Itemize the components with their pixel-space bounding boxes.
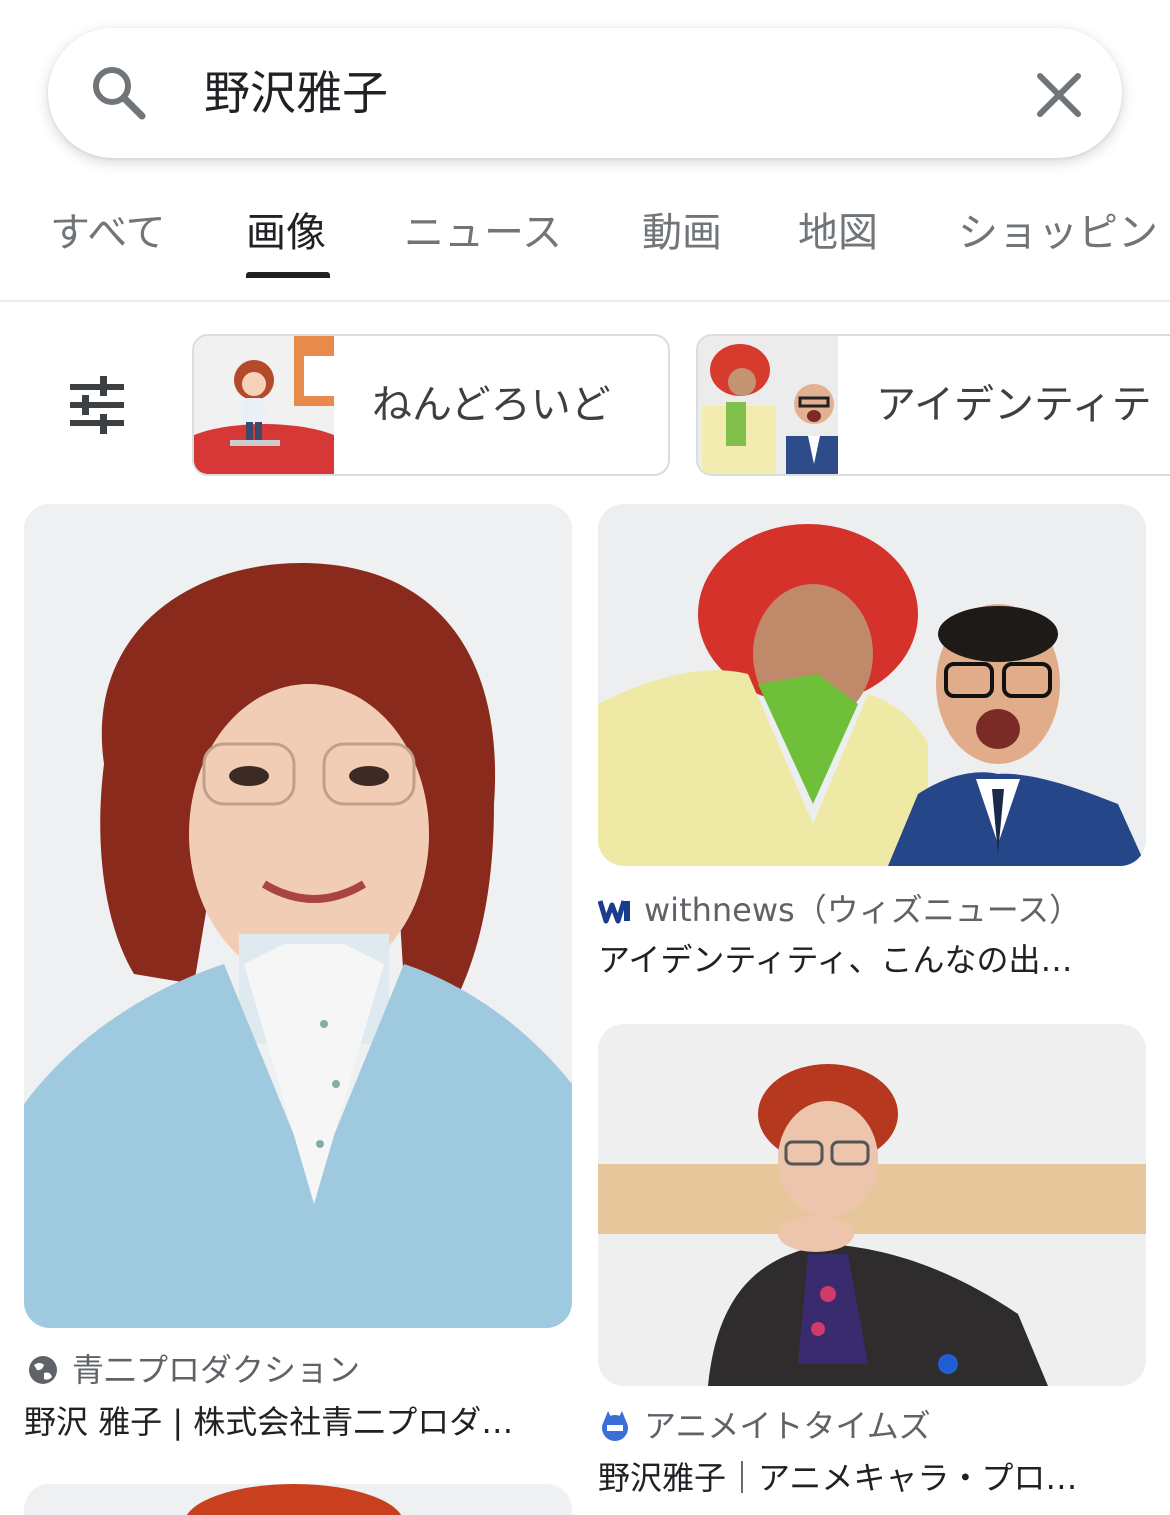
tab-news[interactable]: ニュース xyxy=(404,208,562,258)
tab-videos[interactable]: 動画 xyxy=(642,208,722,258)
result-image-4[interactable] xyxy=(24,1484,572,1515)
chip-thumbnail xyxy=(194,336,334,474)
result-source-label: アニメイトタイムズ xyxy=(644,1407,931,1445)
result-image-3[interactable] xyxy=(598,1024,1146,1386)
result-image-2[interactable] xyxy=(598,504,1146,866)
globe-icon xyxy=(29,1356,57,1384)
result-source: withnews（ウィズニュース） xyxy=(598,890,1081,930)
tab-shopping[interactable]: ショッピン xyxy=(958,208,1158,258)
result-title[interactable]: 野沢雅子｜アニメキャラ・プロ… xyxy=(598,1458,1077,1498)
result-source-label: withnews（ウィズニュース） xyxy=(644,891,1082,929)
result-photo xyxy=(24,504,572,1328)
result-photo xyxy=(598,504,1146,866)
tab-maps[interactable]: 地図 xyxy=(798,208,878,258)
chip-identity[interactable]: アイデンティテ xyxy=(696,334,1170,476)
animate-times-logo xyxy=(602,1411,628,1441)
result-photo xyxy=(24,1484,572,1515)
result-source: 青二プロダクション xyxy=(26,1350,360,1390)
result-image-1[interactable] xyxy=(24,504,572,1328)
search-input[interactable]: 野沢雅子 xyxy=(204,62,388,124)
result-title[interactable]: 野沢 雅子 | 株式会社青二プロダ… xyxy=(24,1402,513,1442)
chip-thumbnail xyxy=(698,336,838,474)
chip-label: ねんどろいど xyxy=(372,382,611,428)
withnews-logo xyxy=(598,900,630,924)
chip-label: アイデンティテ xyxy=(876,382,1152,428)
result-photo xyxy=(598,1024,1146,1386)
result-source-label: 青二プロダクション xyxy=(72,1351,361,1389)
active-tab-indicator xyxy=(246,272,330,278)
tab-images[interactable]: 画像 xyxy=(246,208,326,258)
tune-icon[interactable] xyxy=(66,376,128,434)
result-title[interactable]: アイデンティティ、こんなの出… xyxy=(598,940,1073,980)
chip-nendoroid[interactable]: ねんどろいど xyxy=(192,334,670,476)
tab-all[interactable]: すべて xyxy=(50,208,166,258)
search-icon[interactable] xyxy=(88,62,150,124)
clear-icon[interactable] xyxy=(1028,64,1090,126)
result-source: アニメイトタイムズ xyxy=(598,1406,931,1446)
